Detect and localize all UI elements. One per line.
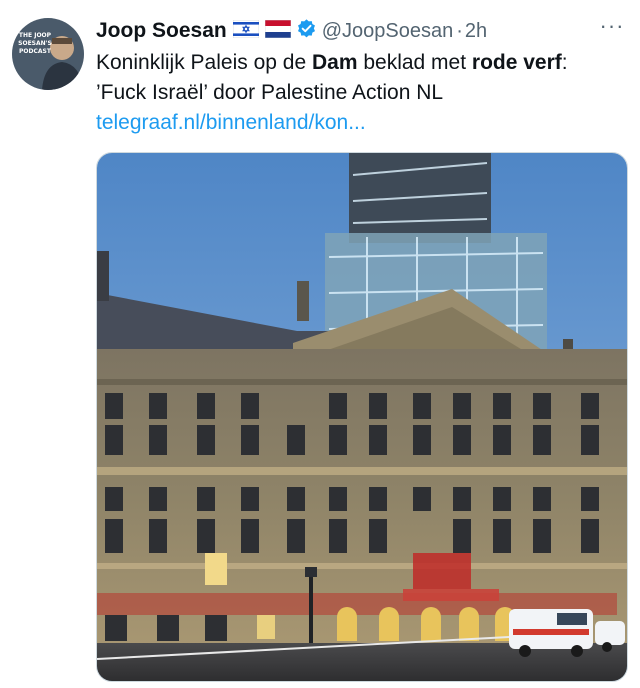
tweet-header: Joop Soesan @JoopSoesan · 2h [96, 16, 580, 46]
tweet-text-bold: rode verf [471, 51, 562, 74]
tweet-text-bold: Dam [311, 51, 358, 74]
palace-photo-image [97, 153, 627, 681]
verified-badge-icon[interactable] [296, 18, 317, 44]
avatar-caption: THE JOOP SOESAN'S PODCAST [18, 32, 52, 55]
tweet-photo[interactable] [96, 152, 628, 682]
author-handle[interactable]: @JoopSoesan [322, 20, 454, 43]
separator-dot: · [456, 19, 463, 42]
avatar[interactable]: THE JOOP SOESAN'S PODCAST [12, 18, 84, 90]
tweet-text: Koninklijk Paleis op de Dam beklad met r… [96, 48, 616, 138]
israel-flag-icon [232, 19, 260, 43]
more-options-icon[interactable]: ··· [598, 15, 626, 40]
netherlands-flag-icon [264, 19, 292, 43]
tweet-text-part: Koninklijk Paleis op de [96, 51, 312, 74]
author-name[interactable]: Joop Soesan [96, 19, 227, 43]
article-link[interactable]: telegraaf.nl/binnenland/kon... [96, 108, 616, 138]
tweet-timestamp[interactable]: 2h [465, 20, 487, 43]
tweet-text-part: beklad met [357, 51, 472, 74]
